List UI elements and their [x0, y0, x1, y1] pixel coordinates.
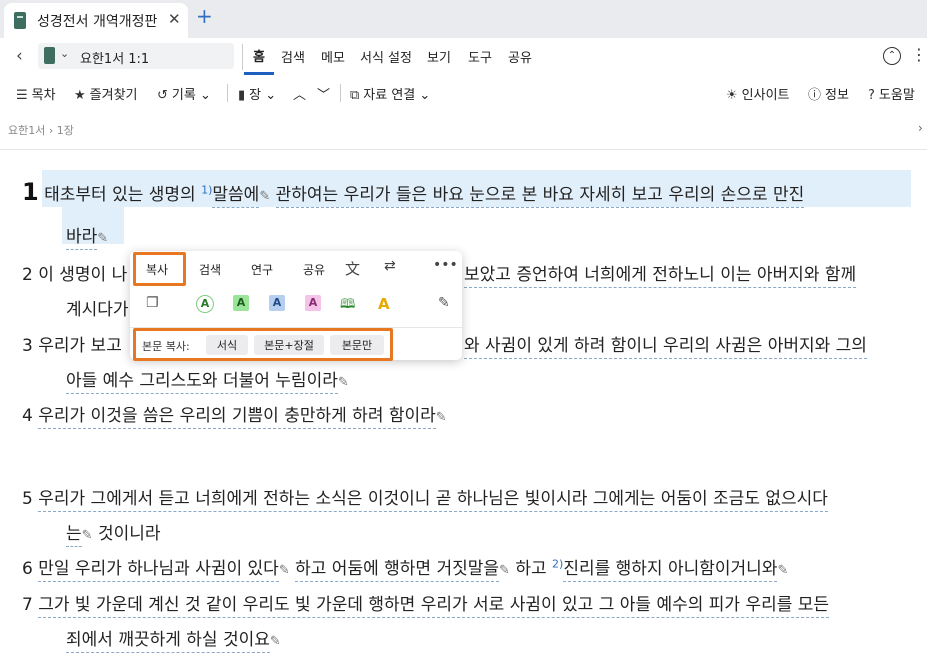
breadcrumb-path: 요한1서 › 1장 [8, 124, 74, 137]
verse-5-cont[interactable]: 는✎ 것이니라 [66, 519, 161, 547]
reference-selector[interactable]: ⌄ 요한1서 1:1 [38, 43, 234, 69]
footnote-marker[interactable]: 2) [552, 557, 563, 570]
bible-text: 1 태초부터 있는 생명의 1)말씀에✎ 관하여는 우리가 들은 바요 눈으로 … [0, 150, 927, 656]
menu-home[interactable]: 홈 [244, 38, 274, 75]
breadcrumb: 요한1서 › 1장 › [0, 111, 927, 150]
close-tab-icon[interactable]: ✕ [168, 10, 181, 28]
note-pen-icon[interactable]: ✎ [436, 410, 447, 425]
bible-book-icon [44, 47, 55, 64]
tab-study[interactable]: 연구 [251, 261, 273, 278]
verse-6[interactable]: 6 만일 우리가 하나님과 사귐이 있다✎ 하고 어둠에 행하면 거짓말을✎ 하… [22, 554, 788, 582]
breadcrumb-book[interactable]: 요한1서 [8, 124, 45, 137]
document-tab[interactable]: 성경전서 개역개정판 ✕ [4, 3, 188, 38]
note-pen-icon[interactable]: ✎ [270, 634, 281, 649]
resource-link-button[interactable]: ⧉ 자료 연결 ⌄ [350, 84, 430, 103]
more-vertical-icon[interactable]: ⋮ [911, 45, 927, 64]
collapse-up-icon[interactable]: ⌃ [883, 47, 901, 65]
new-tab-icon[interactable]: + [196, 4, 213, 28]
history-icon: ↺ [157, 88, 168, 103]
swap-icon[interactable]: ⇄ [384, 258, 396, 274]
toc-button[interactable]: ☰ 목차 [16, 84, 56, 103]
bar-chart-icon: ▮ [238, 88, 246, 103]
note-pen-icon[interactable]: ✎ [279, 563, 290, 578]
info-button[interactable]: ⓘ 정보 [808, 84, 849, 103]
previous-up-icon[interactable]: ︿ [293, 84, 306, 103]
verse-2[interactable]: 2 이 생명이 나 [22, 260, 127, 285]
note-pen-icon[interactable]: ✎ [777, 563, 788, 578]
insight-button[interactable]: ☀ 인사이트 [726, 84, 790, 103]
menu-tools[interactable]: 도구 [465, 38, 495, 75]
chapter-button[interactable]: ▮ 장 ⌄ [238, 84, 276, 103]
verse-3[interactable]: 3 우리가 보고 [22, 331, 122, 356]
tab-bar: 성경전서 개역개정판 ✕ + [0, 0, 927, 38]
tab-share[interactable]: 공유 [303, 261, 325, 278]
verse-1[interactable]: 1 태초부터 있는 생명의 1)말씀에✎ 관하여는 우리가 들은 바요 눈으로 … [22, 178, 805, 208]
reference-input[interactable]: 요한1서 1:1 [80, 48, 149, 67]
next-down-icon[interactable]: ﹀ [317, 84, 330, 103]
divider [242, 44, 243, 70]
menu-view[interactable]: 보기 [424, 38, 454, 75]
note-pen-icon[interactable]: ✎ [97, 231, 108, 246]
tab-title: 성경전서 개역개정판 [37, 14, 158, 30]
pen-edit-icon[interactable]: ✎ [438, 295, 450, 311]
copy-tab-highlight-box [133, 252, 186, 286]
toolbar: ☰ 목차 ★ 즐겨찾기 ↺ 기록 ⌄ ▮ 장 ⌄ ︿ ﹀ ⧉ 자료 연결 ⌄ ☀ 인사이트 … [0, 75, 927, 112]
menu-memo[interactable]: 메모 [318, 38, 348, 75]
verse-3-right[interactable]: 와 사귐이 있게 하려 함이니 우리의 사귐은 아버지와 그의 [464, 331, 867, 359]
verse-2-cont[interactable]: 계시다가 [66, 295, 129, 320]
book-highlight-icon[interactable]: 🕮 [340, 295, 355, 317]
note-pen-icon[interactable]: ✎ [259, 189, 270, 204]
history-button[interactable]: ↺ 기록 ⌄ [157, 84, 211, 103]
menu-share[interactable]: 공유 [505, 38, 535, 75]
selection-popup: 복사 검색 연구 공유 文 ⇄ ••• ❐ A A A A 🕮 A ✎ 본문 복… [130, 251, 462, 361]
favorites-button[interactable]: ★ 즐겨찾기 [74, 84, 138, 103]
copy-options-highlight-box [133, 328, 393, 361]
bible-book-icon [14, 12, 26, 29]
breadcrumb-chapter[interactable]: 1장 [57, 124, 74, 137]
translate-icon[interactable]: 文 [345, 258, 360, 279]
note-pen-icon[interactable]: ✎ [82, 528, 93, 543]
verse-1-cont[interactable]: 바라✎ [66, 222, 108, 250]
more-horizontal-icon[interactable]: ••• [433, 257, 458, 273]
note-pen-icon[interactable]: ✎ [499, 563, 510, 578]
menu-search[interactable]: 검색 [278, 38, 308, 75]
back-icon[interactable]: ‹ [16, 46, 23, 66]
lightbulb-icon: ☀ [726, 88, 738, 103]
list-icon: ☰ [16, 88, 28, 103]
star-icon: ★ [74, 88, 86, 103]
chevron-down-icon[interactable]: ⌄ [60, 47, 69, 60]
highlight-green-outline-button[interactable]: A [196, 295, 214, 313]
link-icon: ⧉ [350, 88, 360, 103]
highlight-blue-button[interactable]: A [269, 295, 285, 311]
menu-format-settings[interactable]: 서식 설정 [358, 38, 414, 75]
note-pen-icon[interactable]: ✎ [338, 375, 349, 390]
chevron-right-icon[interactable]: › [918, 121, 923, 135]
verse-4[interactable]: 4 우리가 이것을 씀은 우리의 기쁨이 충만하게 하려 함이라✎ [22, 401, 447, 429]
verse-3-cont[interactable]: 아들 예수 그리스도와 더불어 누림이라✎ [66, 366, 349, 394]
highlight-green-button[interactable]: A [233, 295, 249, 311]
tab-search[interactable]: 검색 [199, 261, 221, 278]
copy-icon[interactable]: ❐ [146, 295, 159, 311]
divider [340, 84, 341, 102]
divider [227, 84, 228, 102]
help-button[interactable]: ? 도움말 [868, 84, 915, 103]
footnote-marker[interactable]: 1) [201, 183, 212, 196]
verse-2-right[interactable]: 보았고 증언하여 너희에게 전하노니 이는 아버지와 함께 [464, 260, 857, 288]
info-icon: ⓘ [808, 88, 822, 103]
highlight-pink-button[interactable]: A [305, 295, 321, 311]
verse-5[interactable]: 5 우리가 그에게서 듣고 너희에게 전하는 소식은 이것이니 곧 하나님은 빛… [22, 484, 828, 512]
nav-bar: ‹ ⌄ 요한1서 1:1 홈 검색 메모 서식 설정 보기 도구 공유 ⌃ ⋮ [0, 38, 927, 75]
help-icon: ? [868, 88, 875, 103]
verse-7[interactable]: 7 그가 빛 가운데 계신 것 같이 우리도 빛 가운데 행하면 우리가 서로 … [22, 590, 830, 618]
text-color-icon[interactable]: A [378, 295, 390, 313]
verse-7-cont[interactable]: 죄에서 깨끗하게 하실 것이요✎ [66, 625, 281, 653]
